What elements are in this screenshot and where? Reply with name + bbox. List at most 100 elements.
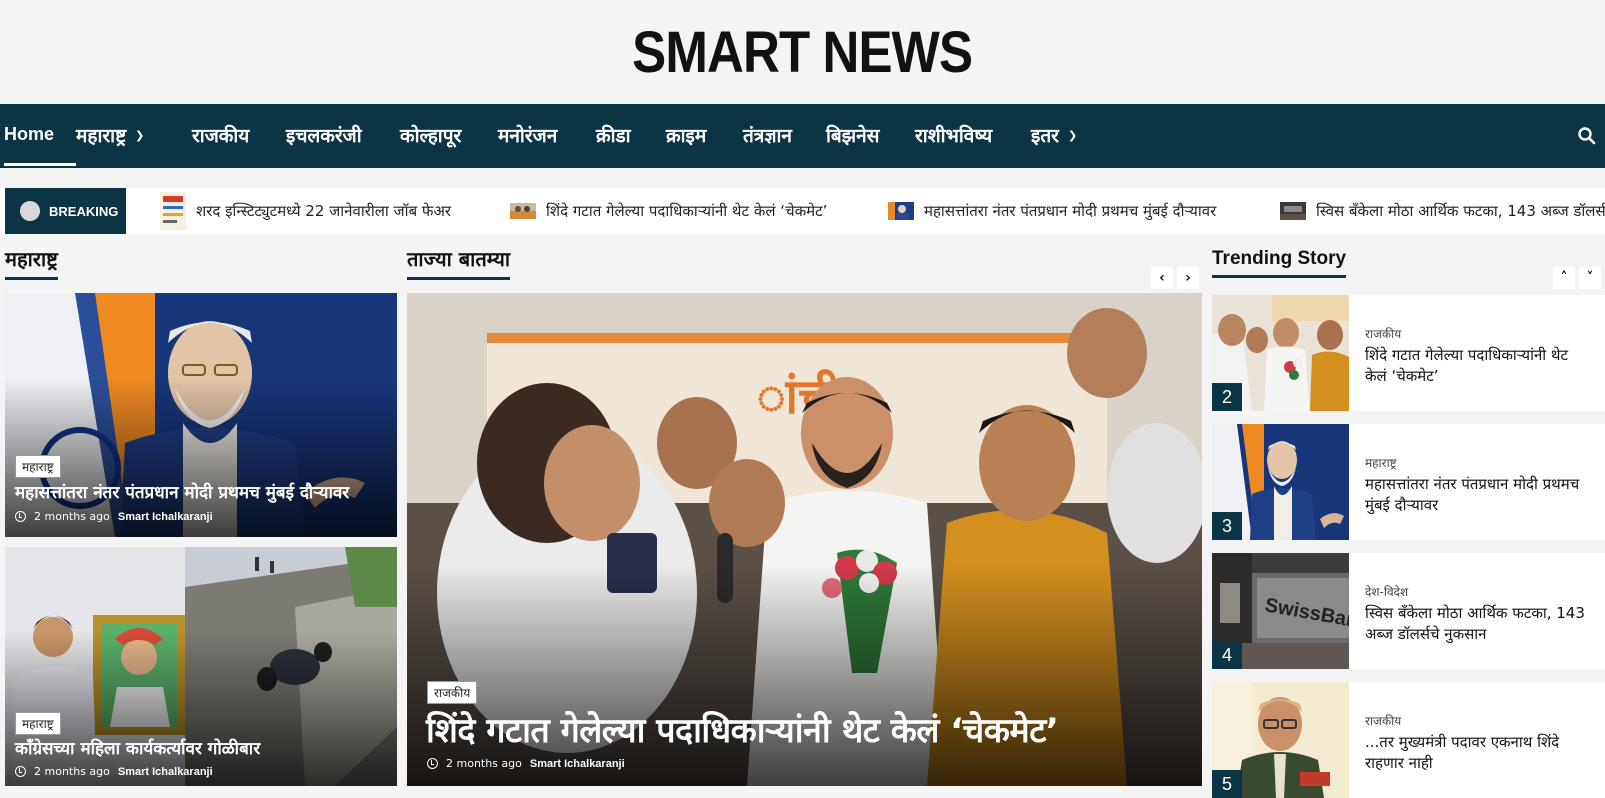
trending-category[interactable]: महाराष्ट्र — [1365, 454, 1397, 471]
trending-title[interactable]: महासत्तांतरा नंतर पंतप्रधान मोदी प्रथमच … — [1365, 474, 1593, 516]
nav-manoranjan[interactable]: मनोरंजन — [498, 122, 557, 148]
chevron-down-icon: ˅ — [1586, 270, 1594, 286]
category-badge[interactable]: राजकीय — [427, 681, 478, 704]
trending-thumbnail: 5 — [1212, 682, 1349, 798]
trending-title[interactable]: शिंदे गटात गेलेल्या पदाधिकाऱ्यांनी थेट क… — [1365, 345, 1593, 387]
ticker-item[interactable]: शिंदे गटात गेलेल्या पदाधिकाऱ्यांनी थेट क… — [510, 188, 827, 234]
card-author[interactable]: Smart Ichalkaranji — [530, 758, 625, 770]
chevron-down-icon: ❯ — [1067, 129, 1078, 142]
trending-thumbnail: 3 — [1212, 424, 1349, 540]
nav-kolhapur[interactable]: कोल्हापूर — [400, 122, 461, 148]
prev-arrow-button[interactable]: ‹ — [1151, 267, 1173, 289]
section-title-trending[interactable]: Trending Story — [1212, 248, 1347, 278]
nav-home[interactable]: Home — [4, 124, 54, 145]
breaking-badge: BREAKING — [5, 188, 126, 234]
ticker-item-text: महासत्तांतरा नंतर पंतप्रधान मोदी प्रथमच … — [924, 202, 1217, 220]
trending-number: 3 — [1212, 512, 1242, 540]
clock-icon — [15, 766, 26, 777]
site-title[interactable]: SMART NEWS — [633, 19, 974, 86]
card-gradient — [5, 630, 397, 786]
section-title-latest[interactable]: ताज्या बातम्या — [407, 245, 511, 280]
news-card[interactable]: महाराष्ट्र महासत्तांतरा नंतर पंतप्रधान म… — [5, 293, 397, 537]
nav-itar-label: इतर — [1031, 125, 1059, 147]
nav-business-label: बिझनेस — [826, 125, 880, 147]
ticker-item[interactable]: स्विस बँकेला मोठा आर्थिक फटका, 143 अब्ज … — [1280, 188, 1605, 234]
scroll-down-button[interactable]: ˅ — [1579, 267, 1601, 289]
featured-card[interactable]: ांची राजकीय शिंदे गटात गेलेल्या पदाधिकाऱ… — [407, 293, 1202, 786]
nav-kolhapur-label: कोल्हापूर — [400, 125, 462, 147]
main-nav: Home महाराष्ट्र ❯ राजकीय इचलकरंजी कोल्हाप… — [0, 104, 1605, 168]
trending-item[interactable]: SwissBank 4 देश-विदेश स्विस बँकेला मोठा … — [1212, 553, 1605, 669]
nav-maharashtra-label: महाराष्ट्र — [76, 125, 127, 147]
nav-krida[interactable]: क्रीडा — [596, 122, 631, 148]
nav-home-label: Home — [4, 124, 55, 144]
nav-crime[interactable]: क्राइम — [666, 122, 706, 148]
site-header: SMART NEWS — [0, 0, 1605, 104]
clock-icon — [15, 511, 26, 522]
trending-thumbnail: SwissBank 4 — [1212, 553, 1349, 669]
ticker-item-text: शरद इन्स्टिट्युटमध्ये 22 जानेवारीला जॉब … — [196, 202, 452, 220]
ticker-item[interactable]: महासत्तांतरा नंतर पंतप्रधान मोदी प्रथमच … — [888, 188, 1216, 234]
trending-number: 4 — [1212, 641, 1242, 669]
card-title[interactable]: काँग्रेसच्या महिला कार्यकर्त्यावर गोळीबा… — [15, 736, 260, 759]
search-icon[interactable] — [1577, 126, 1597, 146]
trending-category[interactable]: राजकीय — [1365, 325, 1401, 342]
chevron-down-icon: ❯ — [135, 129, 145, 142]
nav-ichalkaranji-label: इचलकरंजी — [286, 125, 362, 147]
category-badge[interactable]: महाराष्ट्र — [15, 712, 61, 735]
news-thumbnail — [1280, 202, 1306, 220]
trending-title[interactable]: स्विस बँकेला मोठा आर्थिक फटका, 143 अब्ज … — [1365, 603, 1593, 645]
card-time: 2 months ago — [34, 765, 110, 778]
breaking-label: BREAKING — [49, 203, 119, 219]
card-meta: 2 months ago Smart Ichalkaranji — [427, 757, 625, 770]
card-author[interactable]: Smart Ichalkaranji — [118, 511, 213, 523]
chevron-right-icon: › — [1185, 270, 1191, 286]
breaking-ticker: BREAKING शरद इन्स्टिट्युटमध्ये 22 जानेवा… — [0, 188, 1605, 234]
featured-title[interactable]: शिंदे गटात गेलेल्या पदाधिकाऱ्यांनी थेट क… — [426, 706, 1059, 752]
card-title[interactable]: महासत्तांतरा नंतर पंतप्रधान मोदी प्रथमच … — [15, 480, 349, 503]
trending-category[interactable]: राजकीय — [1365, 712, 1401, 729]
news-thumbnail — [510, 203, 536, 219]
news-thumbnail — [888, 202, 914, 220]
job-fair-thumbnail — [160, 192, 186, 230]
trending-category[interactable]: देश-विदेश — [1365, 583, 1408, 600]
nav-ichalkaranji[interactable]: इचलकरंजी — [286, 122, 362, 148]
breaking-dot-icon — [20, 201, 40, 221]
nav-active-indicator — [4, 163, 76, 166]
chevron-up-icon: ˄ — [1560, 270, 1568, 286]
nav-business[interactable]: बिझनेस — [826, 122, 880, 148]
card-meta: 2 months ago Smart Ichalkaranji — [15, 765, 213, 778]
clock-icon — [427, 758, 438, 769]
trending-title[interactable]: ...तर मुख्यमंत्री पदावर एकनाथ शिंदे राहण… — [1365, 732, 1593, 774]
card-gradient — [407, 564, 1202, 786]
trending-item[interactable]: 5 राजकीय ...तर मुख्यमंत्री पदावर एकनाथ श… — [1212, 682, 1605, 798]
card-time: 2 months ago — [446, 757, 522, 770]
nav-krida-label: क्रीडा — [596, 125, 631, 147]
card-author[interactable]: Smart Ichalkaranji — [118, 766, 213, 778]
nav-rashibhavishya-label: राशीभविष्य — [915, 125, 993, 147]
chevron-left-icon: ‹ — [1159, 270, 1165, 286]
nav-crime-label: क्राइम — [666, 125, 707, 147]
nav-itar[interactable]: इतर ❯ — [1031, 122, 1077, 148]
ticker-item-text: स्विस बँकेला मोठा आर्थिक फटका, 143 अब्ज … — [1316, 202, 1605, 220]
ticker-item[interactable]: शरद इन्स्टिट्युटमध्ये 22 जानेवारीला जॉब … — [160, 188, 451, 234]
scroll-up-button[interactable]: ˄ — [1553, 267, 1575, 289]
trending-item[interactable]: 3 महाराष्ट्र महासत्तांतरा नंतर पंतप्रधान… — [1212, 424, 1605, 540]
nav-rashibhavishya[interactable]: राशीभविष्य — [915, 122, 992, 148]
trending-item[interactable]: 2 राजकीय शिंदे गटात गेलेल्या पदाधिकाऱ्या… — [1212, 295, 1605, 411]
nav-maharashtra[interactable]: महाराष्ट्र ❯ — [76, 122, 144, 148]
section-title-maharashtra[interactable]: महाराष्ट्र — [5, 245, 58, 280]
nav-manoranjan-label: मनोरंजन — [498, 125, 558, 147]
category-badge[interactable]: महाराष्ट्र — [15, 455, 61, 478]
trending-number: 2 — [1212, 383, 1242, 411]
nav-tantradnyan-label: तंत्रज्ञान — [743, 125, 792, 147]
nav-tantradnyan[interactable]: तंत्रज्ञान — [743, 122, 792, 148]
next-arrow-button[interactable]: › — [1177, 267, 1199, 289]
nav-rajkiya[interactable]: राजकीय — [192, 122, 249, 148]
trending-number: 5 — [1212, 770, 1242, 798]
news-card[interactable]: महाराष्ट्र काँग्रेसच्या महिला कार्यकर्त्… — [5, 547, 397, 786]
trending-thumbnail: 2 — [1212, 295, 1349, 411]
nav-rajkiya-label: राजकीय — [192, 125, 250, 147]
card-time: 2 months ago — [34, 510, 110, 523]
card-meta: 2 months ago Smart Ichalkaranji — [15, 510, 213, 523]
